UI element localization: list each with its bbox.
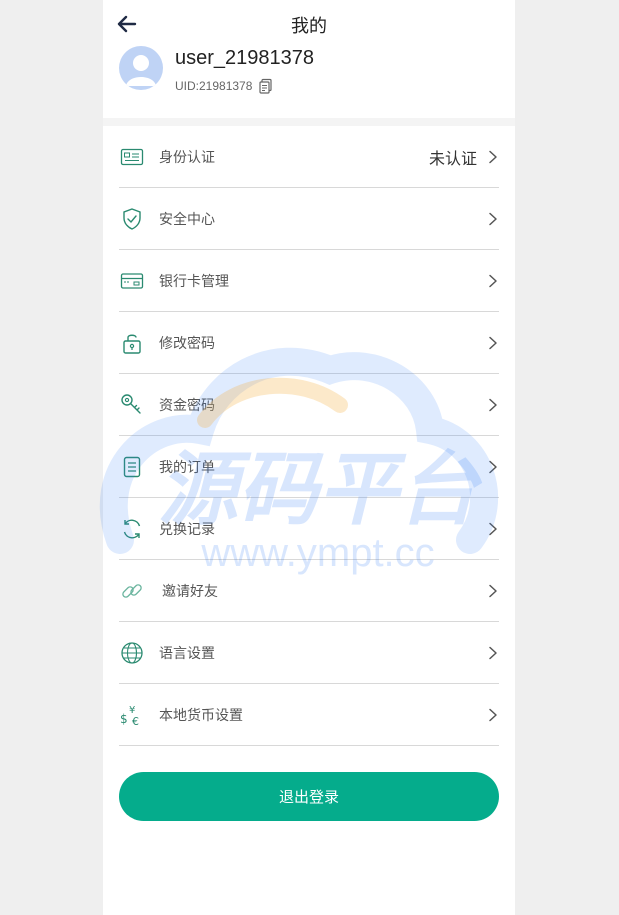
section-divider	[103, 118, 515, 126]
logout-button[interactable]: 退出登录	[119, 772, 499, 821]
chevron-right-icon	[489, 584, 497, 597]
menu-item-label: 身份认证	[159, 149, 215, 166]
menu-item-right	[487, 436, 499, 497]
menu-item-right	[487, 684, 499, 745]
menu-item-label: 修改密码	[159, 335, 215, 352]
chevron-right-icon	[489, 336, 497, 349]
menu-item-change-password[interactable]: 修改密码	[119, 312, 499, 374]
chevron-right-icon	[489, 522, 497, 535]
menu-item-right	[487, 374, 499, 435]
user-avatar-icon	[126, 55, 156, 86]
menu-item-right	[487, 312, 499, 373]
uid-row: UID:21981378	[175, 78, 274, 94]
menu-item-identity[interactable]: 身份认证 未认证	[119, 126, 499, 188]
header: 我的 user_21981378 UID:21981378	[103, 0, 515, 118]
svg-text:€: €	[132, 715, 139, 728]
order-icon	[119, 454, 145, 480]
avatar	[119, 46, 163, 90]
menu-item-my-orders[interactable]: 我的订单	[119, 436, 499, 498]
key-icon	[119, 392, 145, 418]
verification-status: 未认证	[428, 148, 477, 168]
menu-item-label: 资金密码	[159, 397, 215, 414]
menu-item-label: 邀请好友	[162, 583, 218, 600]
refresh-icon	[119, 516, 145, 542]
menu-item-exchange-records[interactable]: 兑换记录	[119, 498, 499, 560]
lock-icon	[119, 330, 145, 356]
menu-item-bank-card[interactable]: 银行卡管理	[119, 250, 499, 312]
menu-item-fund-password[interactable]: 资金密码	[119, 374, 499, 436]
chevron-right-icon	[489, 646, 497, 659]
shield-icon	[119, 206, 145, 232]
uid-text: UID:21981378	[175, 79, 253, 93]
menu-item-label: 我的订单	[159, 459, 215, 476]
username: user_21981378	[175, 47, 315, 69]
chevron-right-icon	[489, 150, 497, 163]
menu-item-invite-friends[interactable]: 邀请好友	[119, 560, 499, 622]
menu-item-right	[487, 622, 499, 683]
chevron-right-icon	[489, 212, 497, 225]
chevron-right-icon	[489, 398, 497, 411]
menu-item-local-currency[interactable]: $ ¥ € 本地货币设置	[119, 684, 499, 746]
menu-item-label: 本地货币设置	[159, 707, 243, 724]
svg-text:$: $	[120, 712, 128, 726]
menu-item-label: 兑换记录	[159, 521, 215, 538]
menu-item-right	[487, 560, 499, 621]
chevron-right-icon	[489, 274, 497, 287]
copy-icon[interactable]	[258, 78, 274, 94]
menu-item-security[interactable]: 安全中心	[119, 188, 499, 250]
menu-item-right	[487, 498, 499, 559]
menu-item-label: 安全中心	[159, 211, 215, 228]
chevron-right-icon	[489, 460, 497, 473]
chevron-right-icon	[489, 708, 497, 721]
id-card-icon	[119, 144, 145, 170]
menu-list: 身份认证 未认证 安全中心 银行卡管理 修改密码 资金密码 我的订单 兑换记录 …	[119, 126, 499, 746]
menu-item-label: 语言设置	[159, 645, 215, 662]
menu-item-right	[487, 188, 499, 249]
menu-item-right: 未认证	[429, 126, 499, 187]
menu-item-right	[487, 250, 499, 311]
profile-page: 我的 user_21981378 UID:21981378 身份认证 未认证 安…	[103, 0, 515, 915]
page-title: 我的	[291, 16, 327, 37]
bank-card-icon	[119, 268, 145, 294]
link-icon	[119, 578, 145, 604]
menu-item-language[interactable]: 语言设置	[119, 622, 499, 684]
globe-icon	[119, 640, 145, 666]
menu-item-label: 银行卡管理	[159, 273, 229, 290]
currency-icon: $ ¥ €	[119, 702, 145, 728]
